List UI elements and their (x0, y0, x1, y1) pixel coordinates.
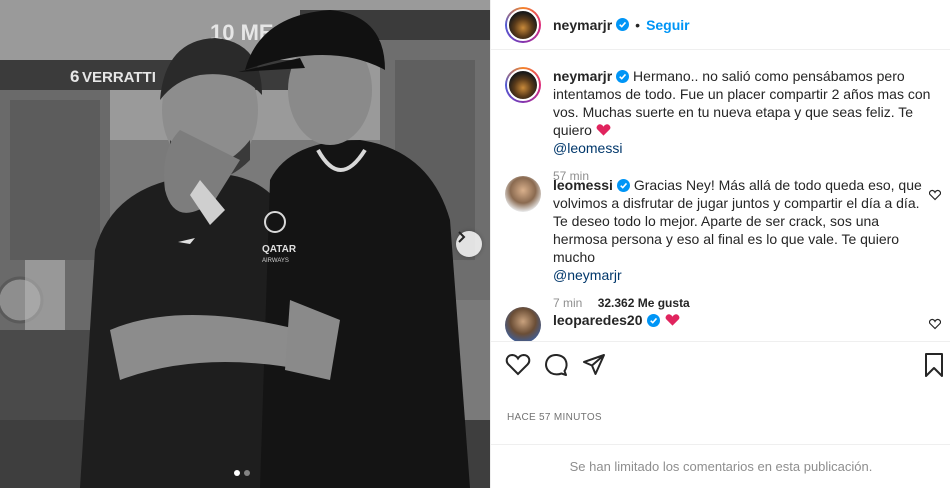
comments-limited-notice: Se han limitado los comentarios en esta … (491, 444, 950, 488)
paper-plane-icon[interactable] (581, 352, 607, 378)
post-header: neymarjr • Seguir (491, 0, 950, 50)
locker-number: 6 (70, 67, 79, 86)
caption-author-avatar[interactable] (505, 67, 541, 103)
post-timestamp[interactable]: HACE 57 MINUTOS (507, 412, 602, 423)
carousel-dot-active (234, 470, 240, 476)
jersey-sponsor-sub: AIRWAYS (262, 258, 289, 264)
author-avatar[interactable] (505, 6, 541, 43)
bookmark-icon[interactable] (921, 352, 947, 378)
post-photo[interactable]: 6 VERRATTI 10 ME QATAR AIRWAYS (0, 0, 490, 488)
post-side-panel: neymarjr • Seguir neymarjr Hermano.. no … (490, 0, 950, 488)
comment-avatar[interactable] (505, 176, 541, 212)
carousel-next-button[interactable] (456, 231, 482, 257)
post-caption: neymarjr Hermano.. no salió como pensába… (505, 67, 945, 185)
locker-name: VERRATTI (82, 69, 156, 86)
comment-username[interactable]: leomessi (553, 177, 613, 193)
verified-badge-icon (616, 70, 630, 83)
caption-author-username[interactable]: neymarjr (553, 68, 612, 84)
follow-button[interactable]: Seguir (646, 17, 690, 33)
carousel-indicator (234, 470, 250, 476)
post-photo-illustration: 6 VERRATTI 10 ME QATAR AIRWAYS (0, 0, 490, 488)
comment-username[interactable]: leoparedes20 (553, 312, 643, 328)
header-separator: • (635, 16, 641, 33)
post-action-bar (491, 341, 950, 387)
red-heart-emoji (665, 314, 680, 326)
like-comment-heart-icon[interactable] (929, 318, 941, 330)
chevron-right-icon (458, 231, 466, 243)
verified-badge-icon (646, 314, 660, 327)
verified-badge-icon (616, 18, 630, 31)
jersey-sponsor: QATAR (262, 244, 297, 255)
verified-badge-icon (616, 179, 630, 192)
red-heart-emoji (596, 124, 611, 136)
author-username[interactable]: neymarjr (553, 17, 612, 33)
caption-mention-link[interactable]: @leomessi (553, 140, 622, 156)
comments-list[interactable]: neymarjr Hermano.. no salió como pensába… (491, 51, 950, 341)
comment-avatar[interactable] (505, 307, 541, 341)
comment-item: leoparedes20 (505, 307, 945, 341)
comment-mention-link[interactable]: @neymarjr (553, 267, 622, 283)
like-comment-heart-icon[interactable] (929, 189, 941, 201)
speech-bubble-icon[interactable] (543, 352, 569, 378)
comment-item: leomessi Gracias Ney! Más allá de todo q… (505, 176, 945, 312)
carousel-dot (244, 470, 250, 476)
heart-outline-icon[interactable] (505, 352, 531, 378)
